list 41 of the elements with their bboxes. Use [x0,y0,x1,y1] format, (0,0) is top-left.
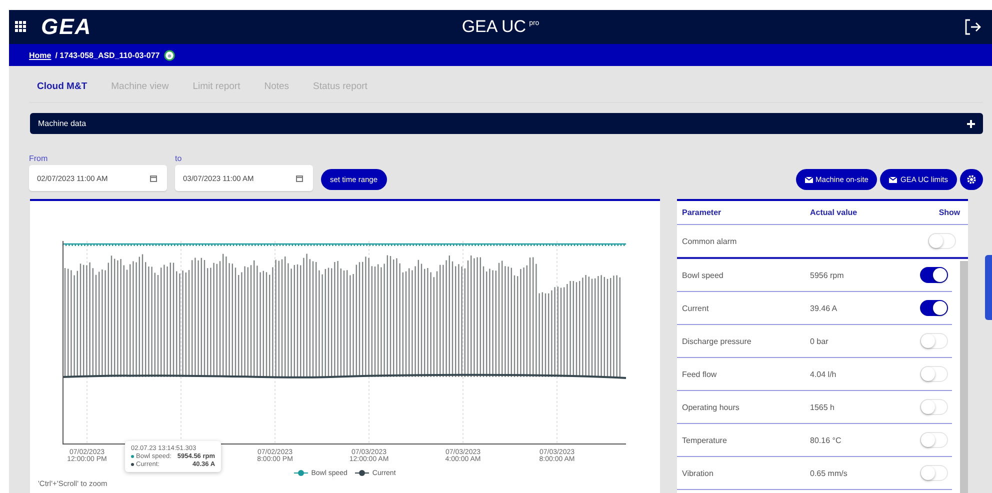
breadcrumb-path: / 1743-058_ASD_110-03-077 [55,50,160,60]
parameter-value: 39.46 A [810,304,838,312]
parameter-value: 5956 rpm [810,270,845,280]
plus-icon [967,120,975,128]
logout-icon[interactable] [964,18,982,36]
parameter-value: 80.16 °C [810,436,842,444]
parameter-name: Vibration [682,468,714,478]
toggle-switch[interactable] [920,300,948,316]
parameter-name: Discharge pressure [682,336,752,346]
settings-button[interactable] [960,169,983,190]
home-link[interactable]: Home [29,50,52,60]
column-header: Parameter [682,208,722,217]
machine-data-bar[interactable]: Machine data [30,113,983,134]
parameter-value: 0 bar [810,336,830,346]
column-header: Show [938,208,960,217]
scrollbar[interactable] [960,261,968,493]
app-grid-icon[interactable] [15,21,27,33]
calendar-icon [150,174,157,182]
column-header: Actual value [810,208,858,217]
brand-logo: GEA [41,14,92,40]
calendar-icon [296,174,303,182]
field-label: to [175,154,183,163]
settings-icon [967,175,976,184]
section-title: Machine data [38,119,86,128]
parameter-name: Feed flow [682,370,718,378]
toggle-switch[interactable] [920,267,948,283]
parameter-name: Current [682,304,710,312]
parameter-value: 0.65 mm/s [810,468,848,478]
tab[interactable]: Cloud M&T [29,81,88,92]
parameter-name: Common alarm [682,236,738,246]
parameter-name: Operating hours [682,402,740,412]
app-title: GEA UC $^{pro}$ [462,17,540,36]
status-icon [164,50,175,60]
field-label: From [29,154,49,163]
parameter-value: 4.04 l/h [810,370,838,378]
side-tab[interactable] [985,255,992,320]
parameter-name: Bowl speed [682,270,724,280]
mail-icon [804,176,813,182]
parameter-value: 1565 h [810,402,836,412]
mail-icon [889,176,898,182]
parameter-name: Temperature [682,436,728,444]
